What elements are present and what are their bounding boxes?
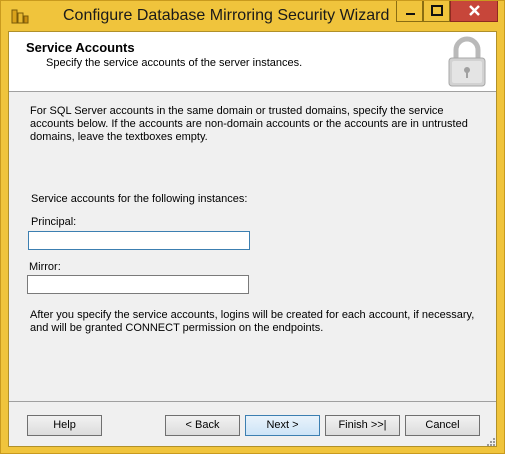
close-button[interactable] <box>450 1 498 22</box>
next-button[interactable]: Next > <box>245 415 320 436</box>
cancel-button[interactable]: Cancel <box>405 415 480 436</box>
resize-grip-icon[interactable] <box>486 437 496 447</box>
footer-note: After you specify the service accounts, … <box>30 309 475 334</box>
minimize-icon <box>406 13 415 15</box>
mirror-label: Mirror: <box>29 261 61 273</box>
help-button[interactable]: Help <box>27 415 102 436</box>
page-subtitle: Specify the service accounts of the serv… <box>46 57 303 69</box>
mirror-input[interactable] <box>27 275 249 294</box>
finish-button[interactable]: Finish >>| <box>325 415 400 436</box>
wizard-client-area: Service Accounts Specify the service acc… <box>8 31 497 447</box>
window-title: Configure Database Mirroring Security Wi… <box>63 7 390 24</box>
principal-label: Principal: <box>31 216 77 228</box>
footer-divider <box>9 401 496 402</box>
maximize-button[interactable] <box>423 1 450 22</box>
intro-text: For SQL Server accounts in the same doma… <box>30 105 468 143</box>
title-bar[interactable]: Configure Database Mirroring Security Wi… <box>1 1 504 31</box>
close-icon <box>469 5 480 16</box>
lock-icon <box>448 36 486 87</box>
principal-input[interactable] <box>28 231 250 250</box>
instances-label: Service accounts for the following insta… <box>31 193 248 205</box>
sql-server-icon <box>11 9 29 24</box>
back-button[interactable]: < Back <box>165 415 240 436</box>
page-title: Service Accounts <box>26 40 135 55</box>
wizard-header: Service Accounts Specify the service acc… <box>9 32 496 92</box>
wizard-window: Configure Database Mirroring Security Wi… <box>0 0 505 454</box>
minimize-button[interactable] <box>396 1 423 22</box>
maximize-icon <box>431 5 443 16</box>
